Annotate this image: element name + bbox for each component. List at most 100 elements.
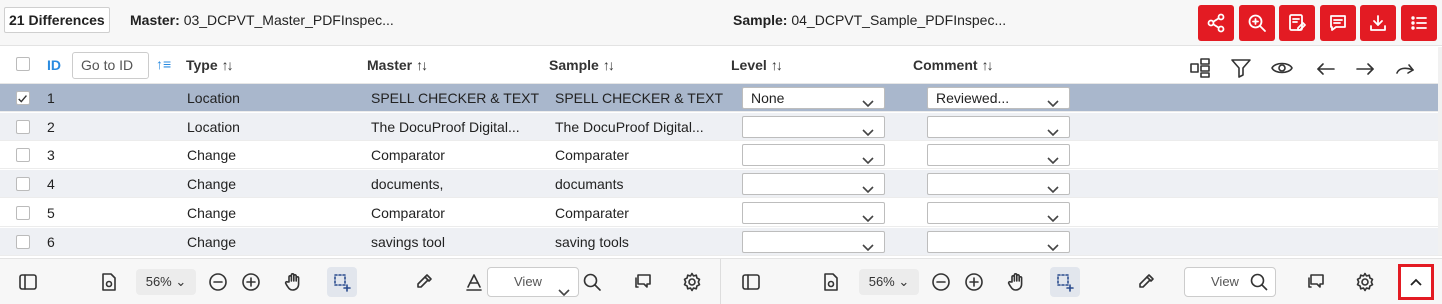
row-checkbox[interactable]: [16, 205, 30, 220]
row-id: 5: [47, 204, 55, 221]
comment-select[interactable]: Reviewed...: [927, 87, 1070, 109]
chevron-down-icon: [1047, 93, 1059, 108]
chevron-down-icon: [862, 179, 874, 194]
left-comments-button[interactable]: [631, 270, 655, 294]
right-zoom-in-button[interactable]: [962, 270, 986, 294]
gear-icon: [683, 272, 701, 292]
chevron-down-icon: [1047, 122, 1059, 136]
chevron-down-icon: [1047, 237, 1059, 251]
left-view-select[interactable]: View: [487, 267, 579, 297]
left-zoom-select[interactable]: 56% ⌄: [136, 269, 196, 295]
eye-icon[interactable]: [1270, 56, 1294, 80]
comment-select[interactable]: [927, 115, 1070, 138]
left-pan-button[interactable]: [281, 270, 305, 294]
right-sidebar-toggle-button[interactable]: [739, 270, 763, 294]
left-eyedropper-button[interactable]: [412, 270, 436, 294]
row-type: Change: [187, 176, 237, 193]
row-checkbox[interactable]: [16, 119, 30, 134]
row-master-text: documents,: [371, 176, 444, 193]
level-select[interactable]: [742, 230, 885, 253]
chevron-down-icon: [862, 122, 874, 136]
row-type: Change: [187, 147, 237, 164]
left-select-area-button[interactable]: [327, 267, 357, 297]
column-comment[interactable]: Comment ↑↓: [913, 57, 994, 73]
comment-select[interactable]: [927, 201, 1070, 224]
row-checkbox[interactable]: [16, 234, 30, 249]
zoom-in-button[interactable]: [1239, 5, 1275, 41]
column-level[interactable]: Level ↑↓: [731, 57, 783, 73]
differences-count: 21 Differences: [4, 7, 110, 33]
column-sample[interactable]: Sample ↑↓: [549, 57, 615, 73]
level-select[interactable]: [742, 144, 885, 167]
gear-icon: [1356, 272, 1374, 292]
report-button[interactable]: [1279, 5, 1315, 41]
zoom-in-icon: [1248, 14, 1266, 32]
level-select[interactable]: None: [742, 87, 885, 109]
chevron-down-icon: [862, 237, 874, 251]
table-row[interactable]: 5 Change Comparator Comparater: [0, 199, 1442, 227]
row-id: 4: [47, 176, 55, 193]
row-checkbox[interactable]: [16, 91, 30, 105]
row-checkbox[interactable]: [16, 148, 30, 163]
column-master[interactable]: Master ↑↓: [367, 57, 428, 73]
right-select-area-button[interactable]: [1050, 267, 1080, 297]
level-select[interactable]: [742, 115, 885, 138]
left-zoom-out-button[interactable]: [206, 270, 230, 294]
sample-label: Sample:: [733, 12, 788, 28]
column-id[interactable]: ID: [47, 57, 61, 73]
filter-icon[interactable]: [1229, 56, 1253, 80]
left-search-button[interactable]: [580, 270, 604, 294]
share-button[interactable]: [1198, 5, 1234, 41]
collapse-panel-button[interactable]: [1398, 264, 1434, 300]
table-row[interactable]: 2 Location The DocuProof Digital... The Doc…: [0, 112, 1442, 141]
previous-arrow-icon[interactable]: [1314, 56, 1338, 80]
comment-select[interactable]: [927, 173, 1070, 196]
level-select[interactable]: [742, 173, 885, 196]
comment-icon: [1330, 15, 1346, 31]
left-zoom-in-button[interactable]: [239, 270, 263, 294]
right-zoom-out-button[interactable]: [929, 270, 953, 294]
row-master-text: savings tool: [371, 233, 445, 250]
select-all-checkbox[interactable]: [16, 57, 30, 71]
chevron-down-icon: [1047, 150, 1059, 165]
group-icon[interactable]: [1188, 56, 1212, 80]
right-fit-page-button[interactable]: [819, 270, 843, 294]
next-arrow-icon[interactable]: [1353, 56, 1377, 80]
row-checkbox[interactable]: [16, 177, 30, 192]
zoom-out-icon: [932, 273, 950, 291]
right-zoom-select[interactable]: 56% ⌄: [859, 269, 919, 295]
sort-asc-icon[interactable]: ↑≡: [156, 56, 171, 72]
redo-arrow-icon[interactable]: [1393, 56, 1417, 80]
table-row[interactable]: 4 Change documents, documants: [0, 170, 1442, 199]
left-fit-page-button[interactable]: [97, 270, 121, 294]
left-sidebar-toggle-button[interactable]: [16, 270, 40, 294]
left-text-tool-button[interactable]: [462, 270, 486, 294]
comment-select[interactable]: [927, 144, 1070, 167]
download-icon: [1370, 15, 1386, 31]
table-row[interactable]: 1 Location SPELL CHECKER & TEXT SPELL CHECK…: [0, 84, 1442, 112]
right-comments-button[interactable]: [1304, 270, 1328, 294]
goto-id-input[interactable]: Go to ID: [72, 52, 149, 79]
vertical-scrollbar[interactable]: [1438, 47, 1442, 255]
left-settings-button[interactable]: [680, 270, 704, 294]
right-view-select[interactable]: View: [1184, 267, 1276, 297]
list-button[interactable]: [1401, 5, 1437, 41]
chevron-down-icon: [1047, 208, 1059, 222]
search-icon: [1249, 272, 1269, 302]
comments-button[interactable]: [1320, 5, 1356, 41]
table-row[interactable]: 3 Change Comparator Comparater: [0, 141, 1442, 170]
right-pan-button[interactable]: [1004, 270, 1028, 294]
row-master-text: Comparator: [371, 204, 445, 221]
sample-filename: 04_DCPVT_Sample_PDFInspec...: [791, 12, 1007, 28]
column-type[interactable]: Type ↑↓: [186, 57, 234, 73]
table-row[interactable]: 6 Change savings tool saving tools: [0, 227, 1442, 256]
master-label: Master:: [130, 12, 180, 28]
download-button[interactable]: [1360, 5, 1396, 41]
comment-select[interactable]: [927, 230, 1070, 253]
level-select[interactable]: [742, 201, 885, 224]
chevron-down-icon: [862, 93, 874, 108]
chevron-down-icon: [558, 279, 570, 304]
page-icon: [824, 273, 838, 291]
right-eyedropper-button[interactable]: [1134, 270, 1158, 294]
right-settings-button[interactable]: [1353, 270, 1377, 294]
